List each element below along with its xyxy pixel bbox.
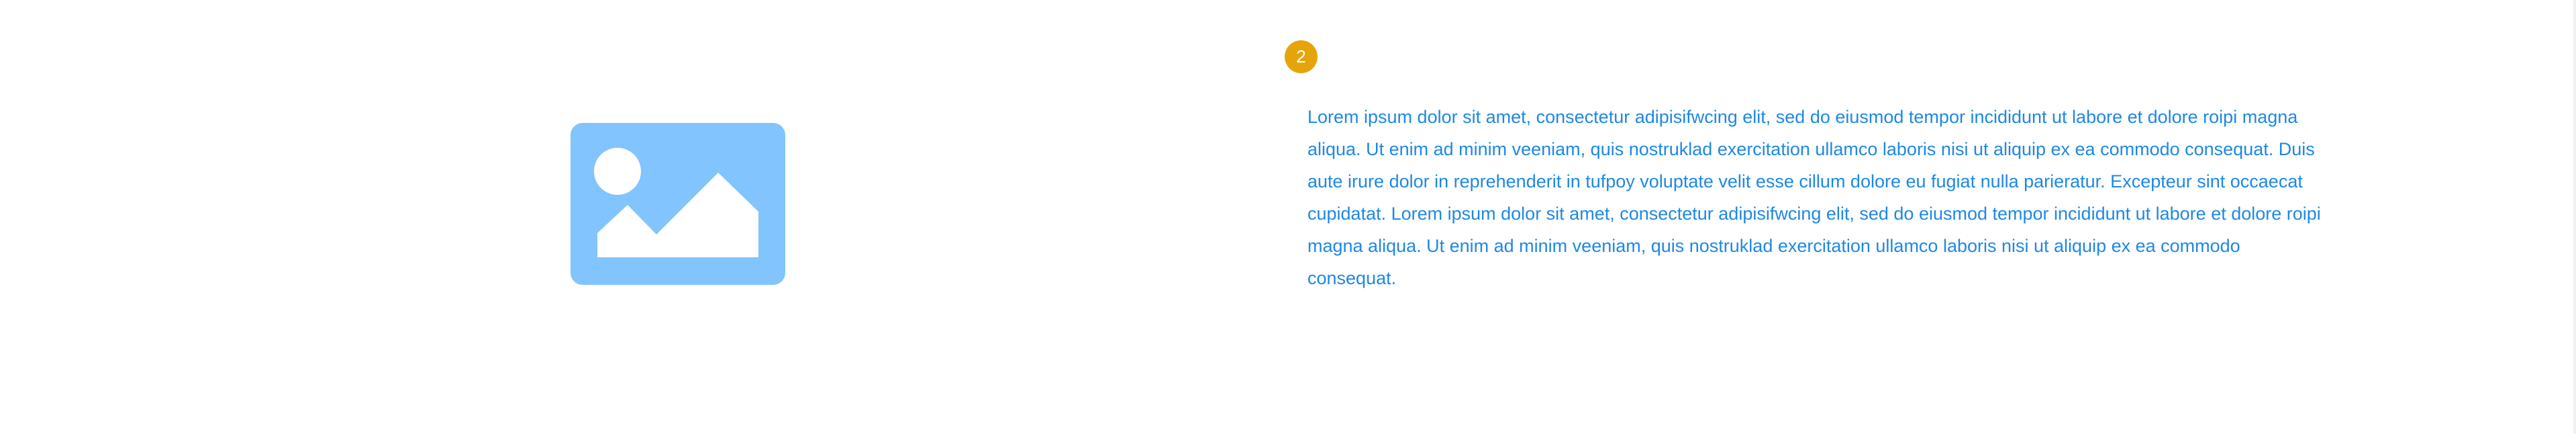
image-placeholder-icon xyxy=(571,123,785,285)
page: 2 Lorem ipsum dolor sit amet, consectetu… xyxy=(0,0,2576,434)
step-number-badge: 2 xyxy=(1285,40,1318,73)
description-paragraph: Lorem ipsum dolor sit amet, consectetur … xyxy=(1307,107,2321,288)
scrollbar-track[interactable] xyxy=(2573,0,2576,434)
